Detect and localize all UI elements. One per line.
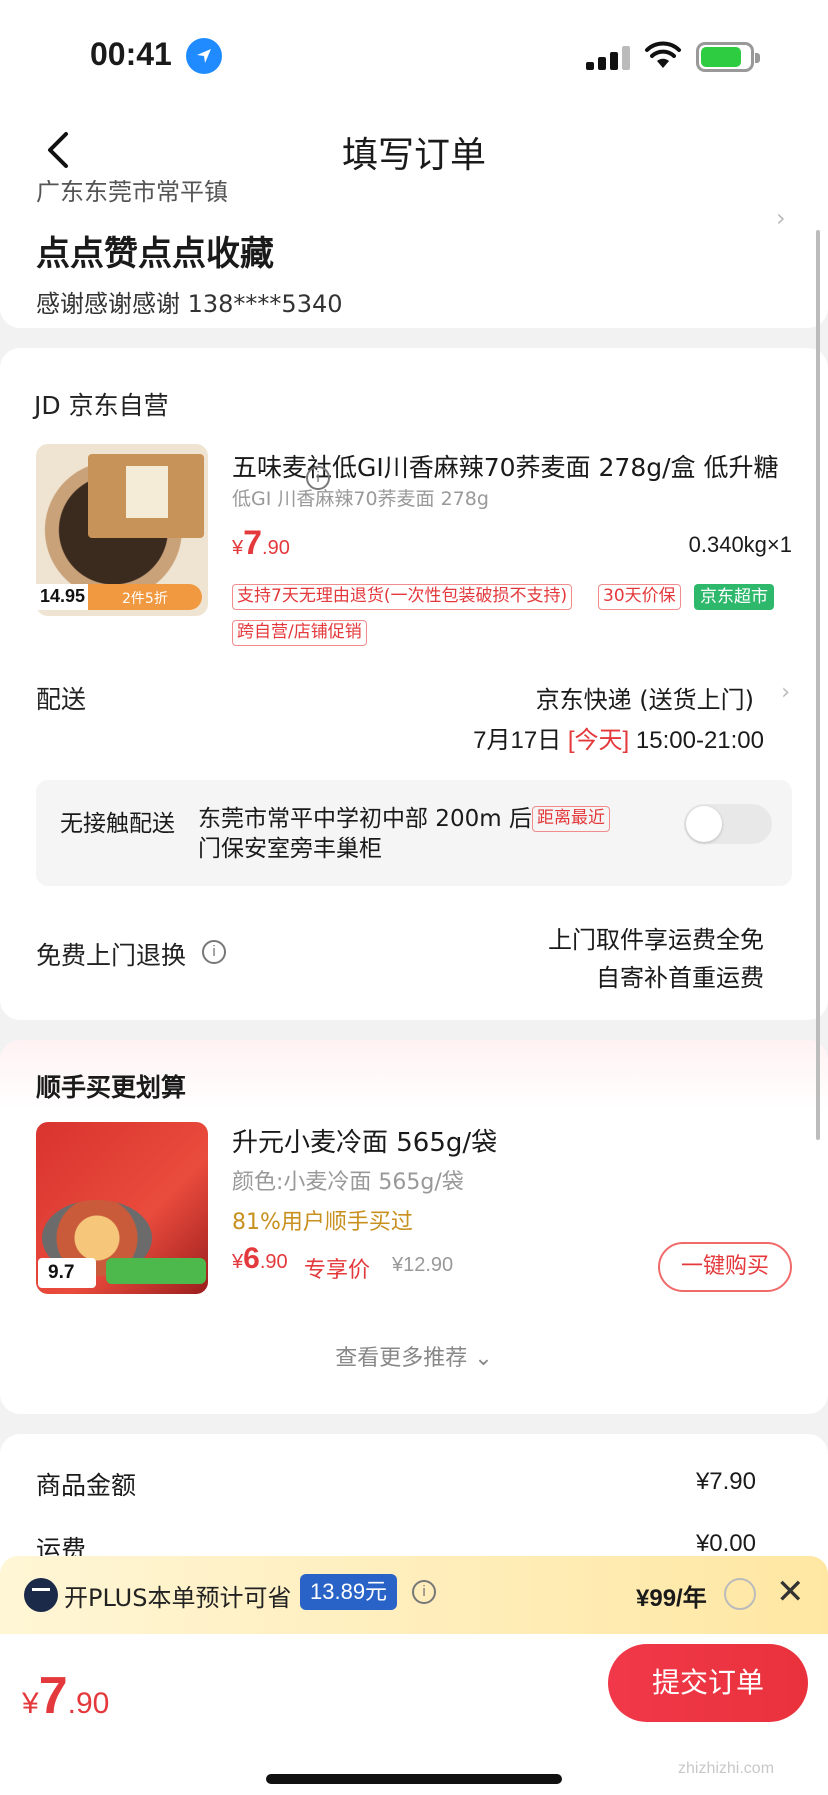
returns-line-1: 上门取件享运费全免: [548, 926, 764, 954]
price-info-icon[interactable]: i: [306, 466, 330, 490]
wifi-icon: [645, 41, 681, 68]
delivery-today: [今天]: [567, 727, 630, 754]
address-region: 广东东莞市常平镇: [36, 180, 228, 206]
tag-jd-supermarket: 京东超市: [694, 584, 774, 610]
status-time: 00:41: [90, 36, 172, 72]
product-price-currency: ¥: [232, 537, 244, 559]
recommend-thumb-price-tag: 9.7: [38, 1258, 96, 1288]
recommend-item-spec: 颜色:小麦冷面 565g/袋: [232, 1170, 464, 1195]
home-indicator: [266, 1774, 562, 1784]
address-card[interactable]: 广东东莞市常平镇 点点赞点点收藏 感谢感谢感谢 138****5340 ›: [0, 180, 828, 328]
tag-price-protection: 30天价保: [598, 584, 681, 610]
address-contact: 感谢感谢感谢 138****5340: [36, 290, 343, 318]
close-icon[interactable]: ✕: [776, 1572, 805, 1612]
bottom-bar: ¥7.90 提交订单 zhizhizhi.com: [0, 1634, 828, 1795]
see-more-recommendations[interactable]: 查看更多推荐 ⌄: [0, 1340, 828, 1372]
location-arrow-icon: [186, 38, 222, 74]
shop-card: JD 京东自营 14.95 2件5折 五味麦社低GI川香麻辣70荞麦面 278g…: [0, 348, 828, 1020]
nearest-tag: 距离最近: [532, 806, 610, 832]
plus-price: ¥99/年: [636, 1585, 707, 1612]
contactless-address: 东莞市常平中学初中部 200m 后门保安室旁丰巢柜: [198, 806, 532, 862]
delivery-time[interactable]: 7月17日 [今天] 15:00-21:00: [473, 720, 764, 755]
scrollbar[interactable]: [816, 230, 820, 1140]
recommend-thumb-price: 9.7: [48, 1262, 75, 1283]
product-thumb-price-tag: 14.95 2件5折: [36, 584, 202, 610]
product-quantity: 0.340kg×1: [688, 532, 792, 557]
returns-info-icon[interactable]: i: [202, 940, 226, 964]
plus-crown-icon: [24, 1578, 58, 1612]
product-thumb-promo: 2件5折: [122, 591, 168, 607]
recommend-item-buyers: 81%用户顺手买过: [232, 1210, 413, 1235]
status-bar: 00:41: [0, 0, 828, 110]
delivery-slot: 15:00-21:00: [635, 727, 764, 754]
product-price: ¥7.90: [232, 524, 290, 563]
contactless-delivery-box: 无接触配送 东莞市常平中学初中部 200m 后门保安室旁丰巢柜 距离最近: [36, 780, 792, 886]
one-click-buy-button[interactable]: 一键购买: [658, 1242, 792, 1292]
contactless-label: 无接触配送: [60, 811, 175, 837]
shipping-fee-value: ¥0.00: [695, 1530, 756, 1557]
page-title: 填写订单: [341, 135, 486, 176]
product-image[interactable]: 14.95 2件5折: [36, 444, 208, 616]
recommend-item-price: ¥6.90: [232, 1242, 288, 1276]
recommend-price-int: 6: [243, 1242, 260, 1275]
returns-label: 免费上门退换: [36, 941, 187, 970]
plus-promo-text: 开PLUS本单预计可省: [64, 1584, 292, 1612]
watermark: zhizhizhi.com: [678, 1760, 775, 1777]
returns-line-2: 自寄补首重运费: [596, 964, 764, 992]
recommend-original-price: ¥12.90: [392, 1254, 454, 1276]
product-price-dec: .90: [262, 537, 290, 559]
total-dec: .90: [67, 1687, 110, 1720]
shop-name: JD 京东自营: [34, 391, 169, 420]
total-currency: ¥: [22, 1687, 39, 1720]
battery-icon: [696, 42, 760, 72]
cellular-signal-icon: [586, 46, 630, 70]
recommend-price-label: 专享价: [304, 1258, 371, 1283]
order-total: ¥7.90: [22, 1666, 109, 1726]
recommend-price-dec: .90: [259, 1251, 288, 1273]
tag-cross-promo: 跨自营/店铺促销: [232, 620, 367, 646]
submit-order-button[interactable]: 提交订单: [608, 1644, 808, 1722]
recommend-card: 顺手买更划算 9.7 升元小麦冷面 565g/袋 颜色:小麦冷面 565g/袋 …: [0, 1040, 828, 1414]
plus-savings-badge: 13.89元: [300, 1574, 398, 1610]
chevron-right-icon: ›: [781, 680, 790, 705]
product-subtitle: 低GI 川香麻辣70荞麦面 278g: [232, 488, 489, 510]
items-amount-label: 商品金额: [36, 1471, 137, 1500]
items-amount-value: ¥7.90: [695, 1468, 756, 1495]
address-name: 点点赞点点收藏: [36, 234, 274, 274]
delivery-method[interactable]: 京东快递 (送货上门): [536, 680, 754, 715]
contactless-toggle[interactable]: [684, 804, 772, 844]
tag-7day-return: 支持7天无理由退货(一次性包装破损不支持): [232, 584, 573, 610]
plus-membership-bar[interactable]: 开PLUS本单预计可省 13.89元 i ¥99/年 ✕: [0, 1556, 828, 1634]
product-price-int: 7: [243, 524, 263, 562]
total-int: 7: [38, 1667, 68, 1725]
delivery-label: 配送: [36, 685, 87, 714]
chevron-right-icon: ›: [776, 204, 786, 232]
delivery-date: 7月17日: [473, 727, 562, 754]
product-thumb-price: 14.95: [40, 586, 86, 606]
recommend-title: 顺手买更划算: [36, 1073, 187, 1102]
recommend-item-name[interactable]: 升元小麦冷面 565g/袋: [232, 1122, 497, 1159]
nav-bar: 填写订单: [0, 110, 828, 190]
plus-select-radio[interactable]: [724, 1578, 756, 1610]
plus-info-icon[interactable]: i: [412, 1580, 436, 1604]
recommend-image[interactable]: 9.7: [36, 1122, 208, 1294]
recommend-price-currency: ¥: [232, 1251, 244, 1273]
